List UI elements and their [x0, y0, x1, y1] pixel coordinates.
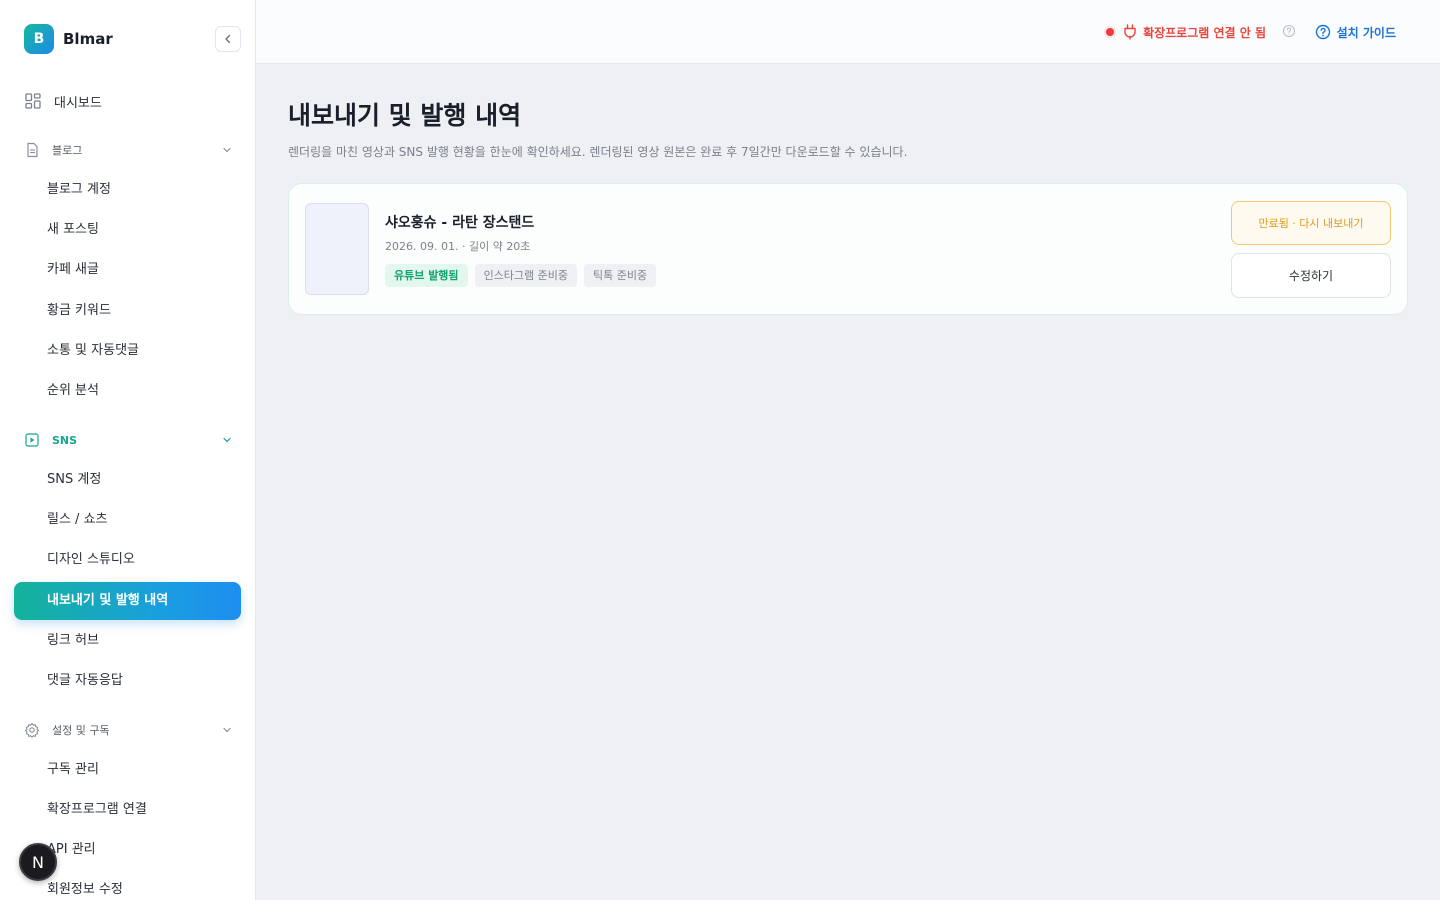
- status-badge-tiktok: 틱톡 준비중: [584, 264, 657, 287]
- chevron-down-icon: [223, 147, 231, 153]
- sidebar-item-golden-keyword[interactable]: 황금 키워드: [47, 301, 111, 321]
- sidebar-item-new-posting[interactable]: 새 포스팅: [47, 220, 99, 240]
- install-guide-label: 설치 가이드: [1336, 25, 1396, 40]
- brand[interactable]: B Blmar: [24, 24, 113, 54]
- status-badge-youtube: 유튜브 발행됨: [385, 264, 468, 287]
- brand-name: Blmar: [63, 30, 113, 48]
- question-circle-icon: [1315, 24, 1330, 40]
- sidebar-item-subscription[interactable]: 구독 관리: [47, 760, 99, 780]
- page-description: 렌더링을 마친 영상과 SNS 발행 현황을 한눈에 확인하세요. 렌더링된 영…: [288, 145, 908, 159]
- brand-logo: B: [24, 24, 54, 54]
- sidebar-section-label: 블로그: [52, 144, 83, 157]
- help-button[interactable]: [1282, 24, 1296, 38]
- document-icon: [27, 142, 38, 158]
- sidebar-item-sns-account[interactable]: SNS 계정: [47, 470, 101, 490]
- sidebar-item-dashboard[interactable]: 대시보드: [24, 90, 102, 112]
- sidebar-item-label: 대시보드: [54, 95, 102, 111]
- publish-status-tags: 유튜브 발행됨 인스타그램 준비중 틱톡 준비중: [385, 264, 657, 287]
- extension-status[interactable]: 확장프로그램 연결 안 됨: [1106, 22, 1266, 42]
- page-title: 내보내기 및 발행 내역: [288, 101, 522, 130]
- sidebar-item-comment-auto-reply[interactable]: 댓글 자동응답: [47, 671, 123, 691]
- export-title: 샤오훙슈 - 라탄 장스탠드: [385, 215, 535, 231]
- sidebar-item-auto-comment[interactable]: 소통 및 자동댓글: [47, 341, 139, 361]
- collapse-sidebar-button[interactable]: [215, 26, 241, 52]
- sidebar-item-link-hub[interactable]: 링크 허브: [47, 631, 99, 651]
- edit-button[interactable]: 수정하기: [1231, 253, 1391, 298]
- status-dot: [1106, 28, 1115, 36]
- sidebar-item-rank-analysis[interactable]: 순위 분석: [47, 381, 99, 401]
- play-icon: [25, 433, 39, 447]
- sidebar-section-settings[interactable]: 설정 및 구독: [24, 720, 232, 740]
- floating-n-button[interactable]: N: [19, 843, 57, 881]
- sidebar: B Blmar 대시보드 블로그 블로그 계정 새 포스팅 카페 새글 황금 키…: [0, 0, 256, 900]
- sidebar-item-extension-connect[interactable]: 확장프로그램 연결: [47, 800, 147, 820]
- question-circle-icon: [1283, 25, 1295, 37]
- video-thumbnail[interactable]: [305, 203, 369, 295]
- export-card: 샤오훙슈 - 라탄 장스탠드 2026. 09. 01. · 길이 약 20초 …: [288, 183, 1408, 315]
- sidebar-item-profile-edit[interactable]: 회원정보 수정: [47, 880, 123, 900]
- export-meta: 2026. 09. 01. · 길이 약 20초: [385, 240, 531, 253]
- chevron-down-icon: [223, 727, 231, 733]
- extension-status-text: 확장프로그램 연결 안 됨: [1143, 25, 1266, 40]
- sidebar-section-sns[interactable]: SNS: [24, 430, 232, 450]
- plug-icon: [1124, 24, 1136, 40]
- sidebar-item-cafe-new-post[interactable]: 카페 새글: [47, 260, 99, 280]
- sidebar-item-blog-account[interactable]: 블로그 계정: [47, 180, 111, 200]
- sidebar-section-label: SNS: [52, 433, 78, 447]
- chevron-left-icon: [225, 34, 231, 44]
- sidebar-item-export-history[interactable]: 내보내기 및 발행 내역: [14, 582, 241, 620]
- grid-icon: [25, 93, 41, 109]
- sidebar-item-reels-shorts[interactable]: 릴스 / 쇼츠: [47, 510, 108, 530]
- topbar: 확장프로그램 연결 안 됨 설치 가이드: [256, 0, 1440, 64]
- sidebar-item-design-studio[interactable]: 디자인 스튜디오: [47, 550, 135, 570]
- chevron-down-icon: [223, 437, 231, 443]
- sidebar-section-blog[interactable]: 블로그: [24, 140, 232, 160]
- re-export-button[interactable]: 만료됨 · 다시 내보내기: [1231, 201, 1391, 245]
- status-badge-instagram: 인스타그램 준비중: [474, 264, 578, 287]
- gear-icon: [24, 722, 40, 738]
- install-guide-link[interactable]: 설치 가이드: [1315, 22, 1396, 42]
- sidebar-section-label: 설정 및 구독: [52, 724, 110, 737]
